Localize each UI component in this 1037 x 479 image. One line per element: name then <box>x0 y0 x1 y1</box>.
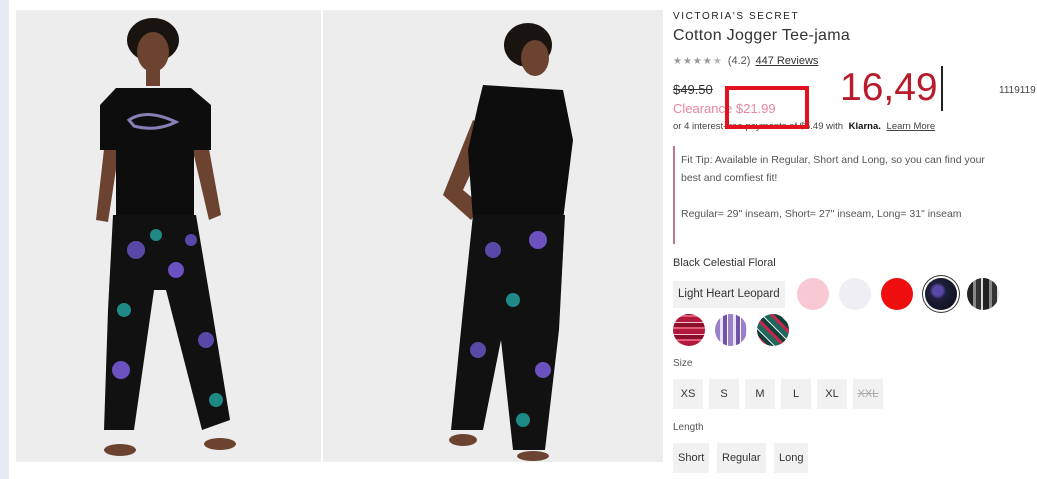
length-option-long[interactable]: Long <box>774 443 809 473</box>
klarna-learn-more-link[interactable]: Learn More <box>887 121 936 132</box>
left-edge-strip <box>0 0 9 479</box>
size-option-s[interactable]: S <box>709 379 739 409</box>
length-option-short[interactable]: Short <box>673 443 710 473</box>
color-option-light-heart-leopard[interactable]: Light Heart Leopard <box>673 281 785 308</box>
fit-tip-line-1: Fit Tip: Available in Regular, Short and… <box>681 154 985 166</box>
size-option-xxl[interactable]: XXL <box>853 379 883 409</box>
size-option-xl[interactable]: XL <box>817 379 847 409</box>
reviews-link[interactable]: 447 Reviews <box>755 55 818 67</box>
color-swatch-black-gray-plaid[interactable] <box>967 278 999 310</box>
model-back-illustration <box>323 10 663 462</box>
product-image-back[interactable] <box>323 10 663 462</box>
size-option-m[interactable]: M <box>745 379 775 409</box>
length-option-regular[interactable]: Regular <box>717 443 766 473</box>
color-swatch-white[interactable] <box>839 278 871 310</box>
product-sku: 1119119 <box>999 85 1036 96</box>
size-option-xs[interactable]: XS <box>673 379 703 409</box>
klarna-logo: Klarna. <box>848 121 881 132</box>
product-image-front[interactable] <box>16 10 321 462</box>
rating-row: ★★★★★ (4.2) 447 Reviews <box>673 55 818 67</box>
fit-tip-inseam: Regular= 29" inseam, Short= 27" inseam, … <box>681 208 962 220</box>
product-title: Cotton Jogger Tee-jama <box>673 27 851 44</box>
brand-name: VICTORIA'S SECRET <box>673 11 800 22</box>
annotation-highlight-box <box>725 86 809 129</box>
color-swatch-pink[interactable] <box>797 278 829 310</box>
color-swatch-green-red-plaid[interactable] <box>757 314 789 346</box>
selected-color-label: Black Celestial Floral <box>673 257 776 269</box>
size-label: Size <box>673 358 693 369</box>
original-price: $49.50 <box>673 82 713 97</box>
rating-stars-icon: ★★★★★ <box>673 55 723 67</box>
color-swatch-red-plaid[interactable] <box>673 314 705 346</box>
fit-tip-box: Fit Tip: Available in Regular, Short and… <box>673 146 1033 244</box>
rating-value: (4.2) <box>727 55 751 67</box>
annotation-price-number: 16,49 <box>840 66 938 109</box>
color-swatch-red[interactable] <box>881 278 913 310</box>
color-swatch-black-celestial-floral[interactable] <box>925 278 957 310</box>
color-swatch-purple-plaid[interactable] <box>715 314 747 346</box>
model-front-illustration <box>16 10 321 462</box>
text-cursor <box>941 66 943 111</box>
size-option-l[interactable]: L <box>781 379 811 409</box>
length-label: Length <box>673 422 704 433</box>
fit-tip-line-2: best and comfiest fit! <box>681 172 778 184</box>
